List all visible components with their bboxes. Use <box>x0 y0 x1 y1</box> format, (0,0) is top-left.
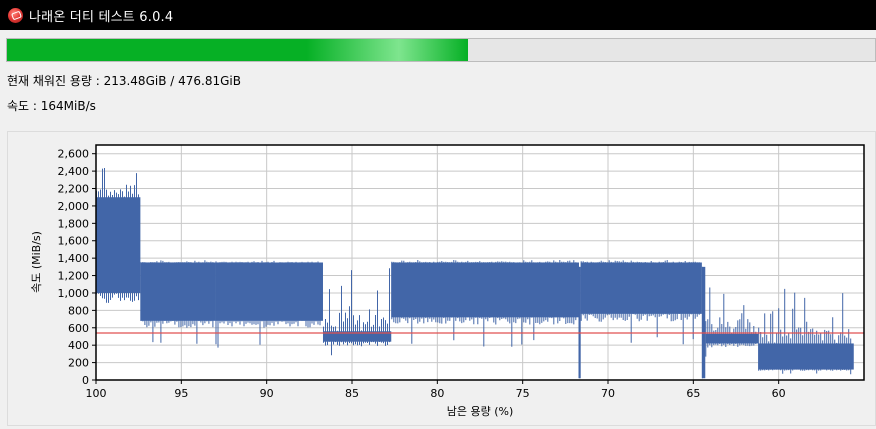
y-axis: 0 200 400 600 800 1,000 1,200 1,400 1,600 1,800 2,… <box>58 148 96 387</box>
x-tick-label: 85 <box>345 387 359 400</box>
y-tick-label: 1,600 <box>58 235 90 248</box>
x-tick-label: 75 <box>516 387 530 400</box>
y-tick-label: 200 <box>68 357 89 370</box>
speed-band <box>701 266 706 379</box>
speed-band <box>578 266 581 379</box>
fill-progress-bar <box>6 38 876 62</box>
speed-band-body <box>140 262 216 321</box>
window-title: 나래온 더티 테스트 6.0.4 <box>29 9 174 25</box>
x-tick-label: 70 <box>601 387 615 400</box>
speed-label: 속도 : 164MiB/s <box>7 99 96 113</box>
y-tick-label: 800 <box>68 304 89 317</box>
y-tick-label: 2,200 <box>58 183 90 196</box>
y-axis-label: 속도 (MiB/s) <box>30 231 43 293</box>
y-tick-label: 1,000 <box>58 287 90 300</box>
speed-chart: 0 200 400 600 800 1,000 1,200 1,400 1,600 1,800 2,… <box>30 144 865 418</box>
y-tick-label: 0 <box>82 374 89 387</box>
filled-capacity-label: 현재 채워진 용량 : 213.48GiB / 476.81GiB <box>7 74 241 88</box>
y-tick-label: 1,400 <box>58 252 90 265</box>
x-tick-label: 100 <box>86 387 107 400</box>
x-tick-label: 90 <box>260 387 274 400</box>
y-tick-label: 1,800 <box>58 217 90 230</box>
x-tick-label: 80 <box>430 387 444 400</box>
y-tick-label: 2,600 <box>58 148 90 161</box>
x-axis: 100 95 90 85 80 75 70 65 60 <box>86 380 786 400</box>
y-tick-label: 600 <box>68 322 89 335</box>
title-bar: 나래온 더티 테스트 6.0.4 <box>0 0 876 30</box>
y-tick-label: 1,200 <box>58 270 90 283</box>
x-tick-label: 65 <box>686 387 700 400</box>
speed-chart-panel: 0 200 400 600 800 1,000 1,200 1,400 1,600 1,800 2,… <box>7 131 876 426</box>
y-tick-label: 2,400 <box>58 165 90 178</box>
y-tick-label: 2,000 <box>58 200 90 213</box>
y-tick-label: 400 <box>68 339 89 352</box>
x-axis-label: 남은 용량 (%) <box>447 405 514 418</box>
x-tick-label: 95 <box>174 387 188 400</box>
progress-fill <box>7 39 468 61</box>
app-logo-icon[interactable] <box>8 7 23 23</box>
x-tick-label: 60 <box>772 387 786 400</box>
